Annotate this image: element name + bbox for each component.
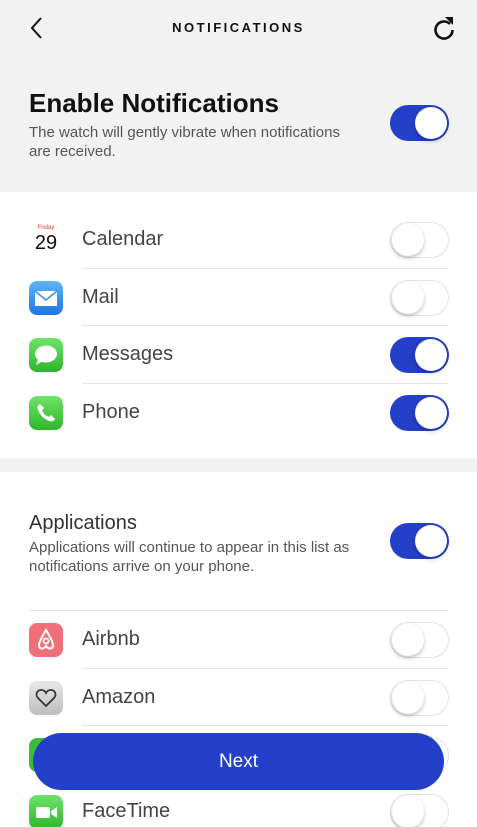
toggle-knob [415, 525, 447, 557]
toggle-knob [415, 107, 447, 139]
messages-toggle[interactable] [390, 337, 449, 373]
page-title: NOTIFICATIONS [172, 20, 305, 35]
toggle-knob [415, 339, 447, 371]
list-item-messages: Messages [0, 326, 477, 383]
list-item-amazon: Amazon [0, 669, 477, 726]
phone-icon [29, 396, 63, 430]
facetime-icon [29, 795, 63, 827]
list-item-phone: Phone [0, 384, 477, 441]
list-item-label: FaceTime [82, 800, 171, 822]
amazon-icon [29, 681, 63, 715]
applications-description: Applications will continue to appear in … [29, 539, 350, 575]
calendar-icon-day: Friday [37, 225, 55, 231]
list-item-label: Calendar [82, 228, 164, 250]
applications-title: Applications [29, 512, 137, 534]
list-item-airbnb: Airbnb [0, 611, 477, 668]
list-item-label: Airbnb [82, 628, 140, 650]
airbnb-icon [29, 623, 63, 657]
list-item-label: Phone [82, 401, 140, 423]
list-item-mail: Mail [0, 269, 477, 326]
toggle-knob [392, 624, 424, 656]
calendar-icon-date: 29 [34, 232, 58, 254]
list-item-calendar: Friday 29 Calendar [0, 211, 477, 268]
section-separator [0, 458, 477, 472]
enable-notifications-description: The watch will gently vibrate when notif… [29, 124, 340, 160]
list-item-label: Amazon [82, 686, 156, 708]
toggle-knob [392, 224, 424, 256]
mail-icon [29, 281, 63, 315]
facetime-toggle[interactable] [390, 794, 449, 827]
toggle-knob [415, 397, 447, 429]
enable-notifications-toggle[interactable] [390, 105, 449, 141]
enable-notifications-title: Enable Notifications [29, 88, 279, 118]
messages-icon [29, 338, 63, 372]
calendar-toggle[interactable] [390, 222, 449, 258]
toggle-knob [392, 682, 424, 714]
mail-toggle[interactable] [390, 280, 449, 316]
toggle-knob [392, 282, 424, 314]
top-nav-bar: NOTIFICATIONS [0, 0, 477, 58]
amazon-toggle[interactable] [390, 680, 449, 716]
list-item-label: Messages [82, 343, 174, 365]
phone-toggle[interactable] [390, 395, 449, 431]
refresh-icon[interactable] [431, 14, 457, 42]
list-item-label: Mail [82, 286, 119, 308]
calendar-icon: Friday 29 [29, 223, 63, 257]
airbnb-toggle[interactable] [390, 622, 449, 658]
applications-toggle[interactable] [390, 523, 449, 559]
next-button[interactable]: Next [33, 733, 444, 790]
enable-notifications-section: Enable Notifications The watch will gent… [0, 58, 477, 192]
toggle-knob [392, 796, 424, 827]
